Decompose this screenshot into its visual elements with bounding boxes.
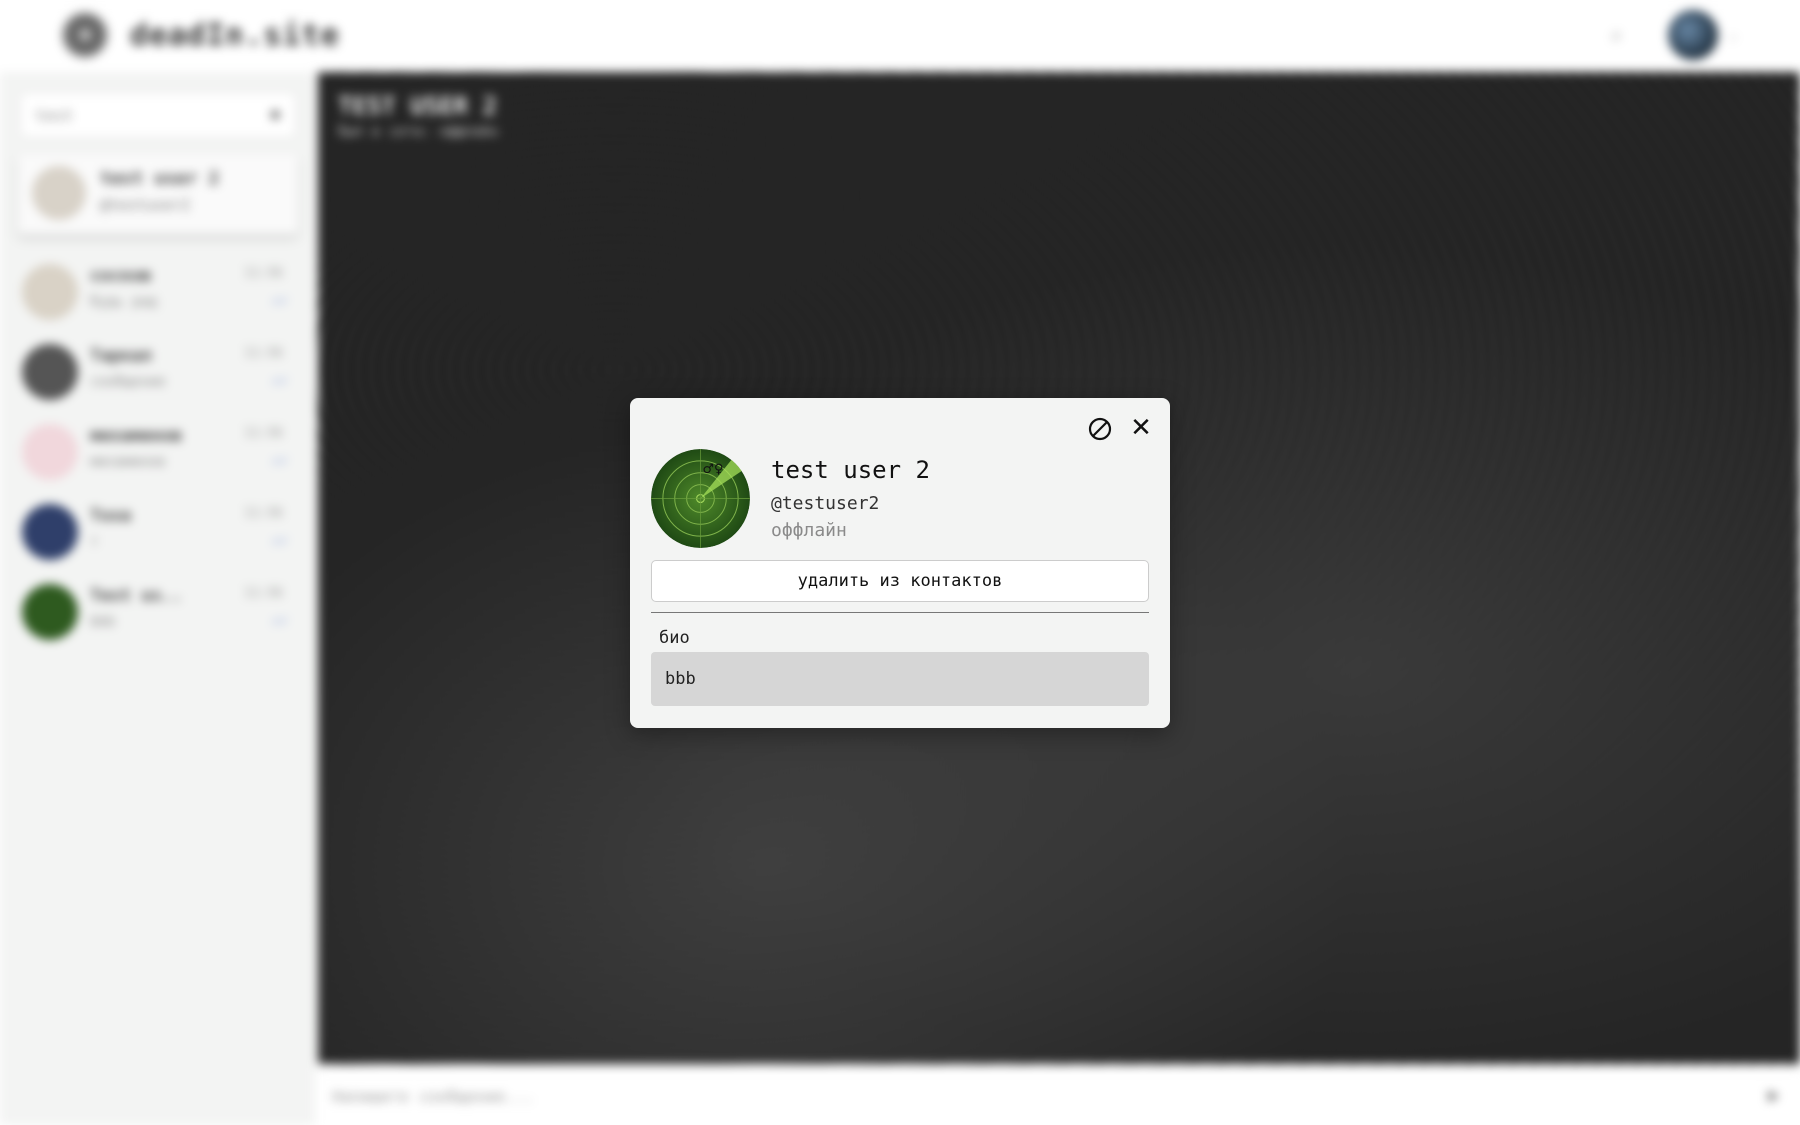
profile-avatar: ♂♀ [651,449,750,548]
bio-label: био [659,628,690,648]
divider [651,612,1149,613]
close-icon[interactable]: ✕ [1127,414,1155,442]
block-icon[interactable] [1087,416,1113,442]
profile-status: оффлайн [771,520,847,541]
profile-handle: @testuser2 [771,493,880,514]
svg-text:♂♀: ♂♀ [702,462,723,477]
profile-modal: ✕ ♂♀ test user 2 @testuser2 оффлайн удал… [630,398,1170,728]
bio-value: bbb [651,652,1149,706]
profile-name: test user 2 [771,456,930,484]
remove-contact-button[interactable]: удалить из контактов [651,560,1149,602]
